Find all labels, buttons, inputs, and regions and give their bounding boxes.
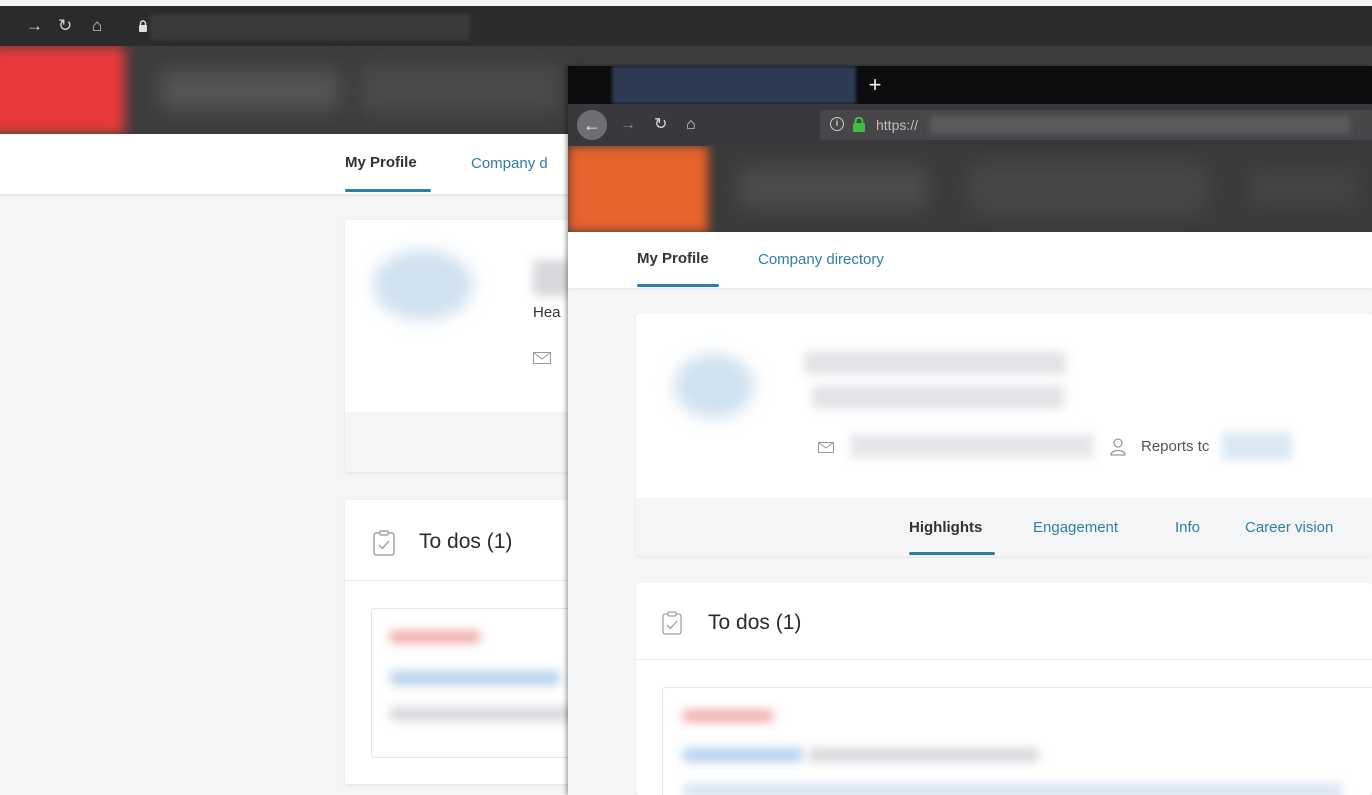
mail-icon [533,352,551,364]
clipboard-icon [373,530,395,556]
avatar [674,354,754,418]
front-browser-window: + ← → ↻ ⌂ i https:// My Profile Company … [568,66,1372,795]
back-url-bar[interactable] [150,14,470,40]
subtab-highlights[interactable]: Highlights [909,519,982,536]
front-browser-toolbar: ← → ↻ ⌂ i https:// [568,104,1372,146]
subtab-engagement[interactable]: Engagement [1033,519,1118,536]
clipboard-icon [662,611,682,635]
todos-title: To dos (1) [419,530,513,553]
company-logo [0,46,125,134]
home-icon[interactable]: ⌂ [686,115,696,135]
company-logo [568,146,708,232]
profile-job-title [812,386,1064,408]
profile-job-title: Hea [533,304,561,321]
active-tab-indicator [345,189,431,192]
url-text: https:// [876,117,919,133]
reload-icon[interactable]: ↻ [654,115,667,135]
info-icon[interactable]: i [830,117,844,131]
reload-icon[interactable]: ↻ [58,16,72,36]
profile-name [533,260,573,296]
front-tab-strip: + [568,66,1372,104]
back-browser-toolbar: → ↻ ⌂ [0,6,1372,46]
new-tab-button[interactable]: + [862,72,888,98]
tab-my-profile[interactable]: My Profile [345,154,417,171]
tab-company-directory[interactable]: Company directory [758,251,884,268]
forward-icon[interactable]: → [26,16,43,36]
mail-icon [818,442,834,453]
tab-company-directory[interactable]: Company d [471,155,548,172]
url-redacted [930,116,1350,134]
subtab-info[interactable]: Info [1175,519,1200,536]
url-bar[interactable]: i https:// [820,110,1372,140]
active-tab-indicator [637,284,719,287]
profile-name [804,352,1066,374]
front-todos-card: To dos (1) [636,583,1372,795]
arrow-left-icon: ← [583,115,601,135]
front-site-header [568,146,1372,232]
front-main-nav: My Profile Company directory [568,232,1372,288]
subtab-career-vision[interactable]: Career vision [1245,519,1333,536]
email-address[interactable] [850,434,1094,458]
back-button[interactable]: ← [577,110,607,140]
avatar [373,250,473,320]
profile-subtabs: Highlights Engagement Info Career vision [636,498,1372,556]
reports-to-name[interactable] [1222,432,1292,460]
reports-to-label: Reports tc [1141,438,1210,455]
front-profile-card: Reports tc Highlights Engagement Info Ca… [636,314,1372,556]
browser-tab[interactable] [612,66,856,104]
tab-my-profile[interactable]: My Profile [637,250,709,267]
lock-icon[interactable] [852,117,866,132]
person-icon [1110,438,1126,456]
todo-item[interactable] [662,687,1372,795]
forward-icon[interactable]: → [620,115,636,135]
active-subtab-indicator [909,552,995,555]
home-icon[interactable]: ⌂ [92,16,102,36]
lock-icon [139,20,147,32]
todos-title: To dos (1) [708,611,802,634]
